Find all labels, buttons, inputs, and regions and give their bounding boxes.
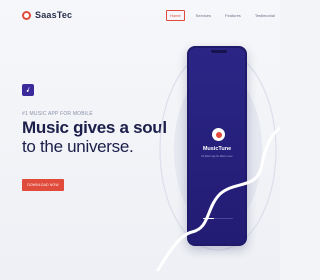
download-now-button[interactable]: DOWNLOAD NOW [22, 179, 64, 191]
nav-item-services[interactable]: Services [193, 11, 214, 20]
main-nav: Home Services Features Testimonial [166, 10, 278, 21]
phone-notch [211, 50, 227, 53]
nav-item-testimonial[interactable]: Testimonial [252, 11, 278, 20]
brand-name: SaasTec [35, 10, 73, 20]
brand-logo[interactable]: SaasTec [22, 10, 72, 20]
hero-headline-line2: to the universe. [22, 137, 134, 156]
hero-subtitle: #1 MUSIC APP FOR MOBILE [22, 111, 93, 117]
nav-item-features[interactable]: Features [222, 11, 244, 20]
music-app-badge [22, 84, 34, 96]
music-note-icon [26, 87, 30, 92]
landing-page: SaasTec Home Services Features Testimoni… [0, 0, 280, 280]
nav-item-home[interactable]: Home [166, 10, 185, 21]
decorative-wave [156, 126, 280, 272]
logo-icon [22, 10, 31, 20]
